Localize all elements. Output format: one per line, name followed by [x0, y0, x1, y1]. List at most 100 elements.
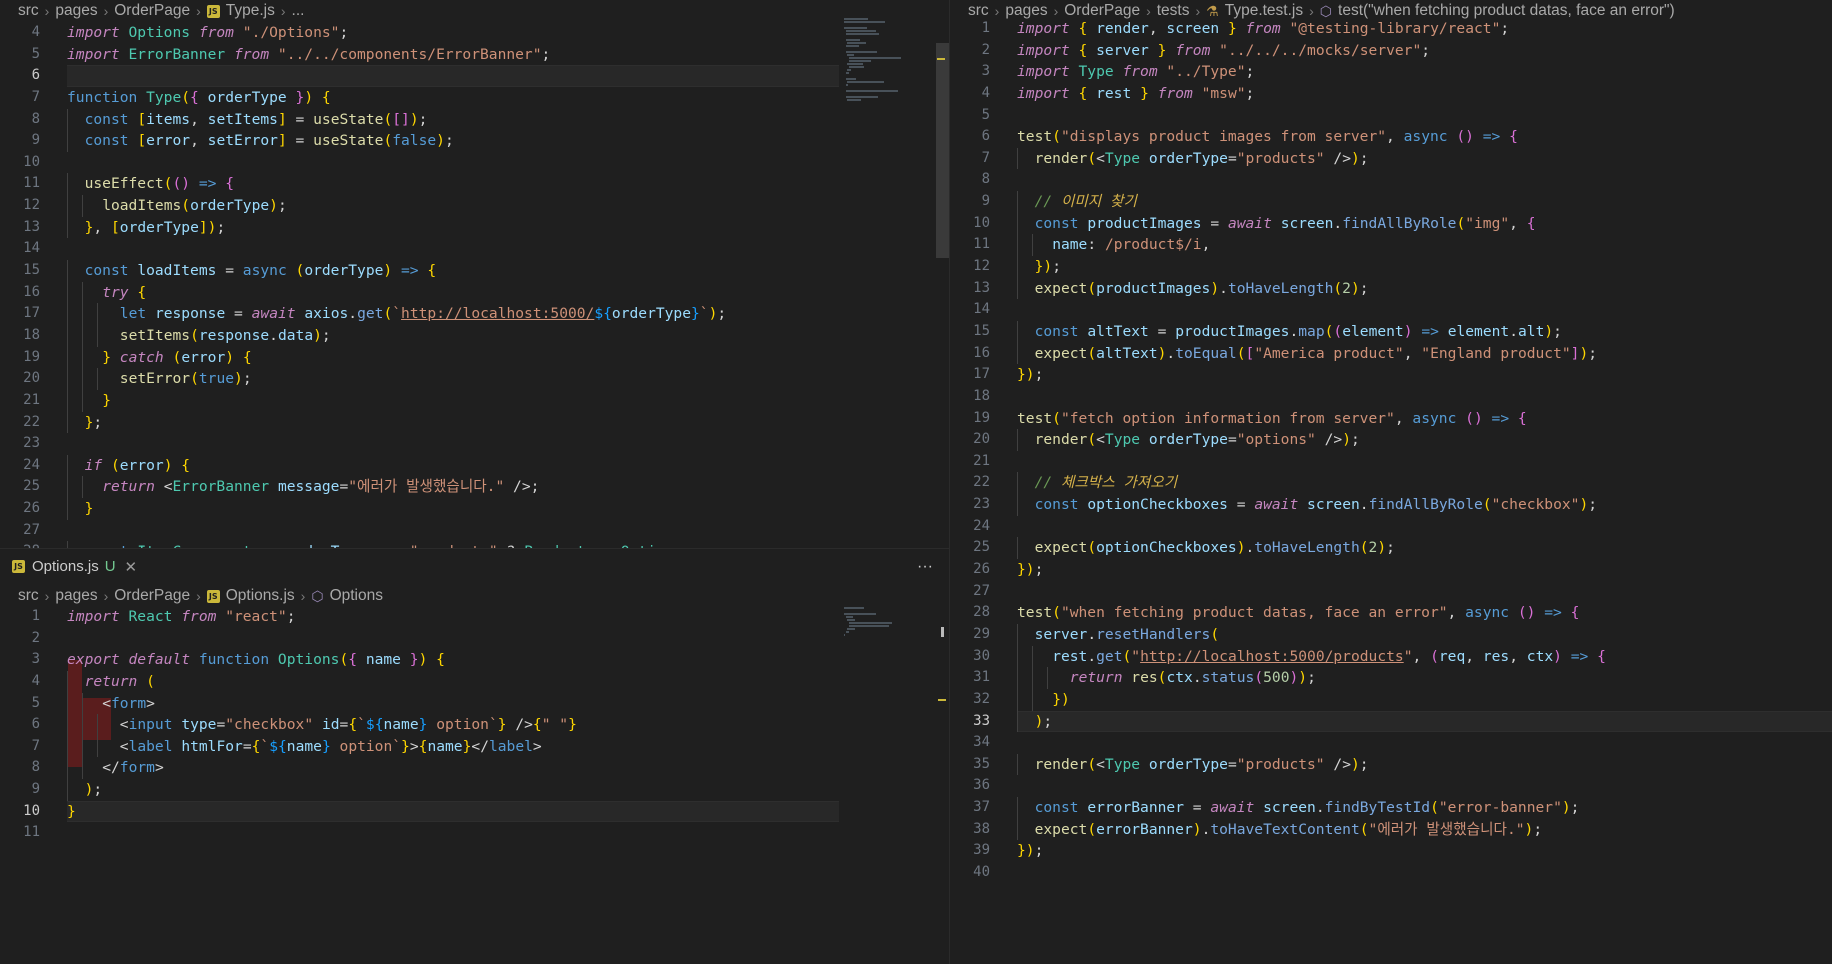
code-line[interactable]: 2	[0, 628, 949, 650]
code-line[interactable]: 23 const optionCheckboxes = await screen…	[950, 494, 1832, 516]
code-line[interactable]: 5	[950, 105, 1832, 127]
code-line[interactable]: 24	[950, 516, 1832, 538]
code-line[interactable]: 20 render(<Type orderType="options" />);	[950, 429, 1832, 451]
code-line[interactable]: 9 );	[0, 779, 949, 801]
code-line[interactable]: 4 import { rest } from "msw";	[950, 83, 1832, 105]
code-line[interactable]: 28 const ItemComponents = orderType === …	[0, 541, 949, 548]
breadcrumb-item[interactable]: OrderPage	[114, 2, 190, 20]
minimap[interactable]	[844, 18, 904, 102]
code-line[interactable]: 21 }	[0, 389, 949, 412]
code-line[interactable]: 19 test("fetch option information from se…	[950, 408, 1832, 430]
code-line[interactable]: 32 })	[950, 688, 1832, 711]
code-line[interactable]: 9 const [error, setError] = useState(fal…	[0, 130, 949, 152]
code-line[interactable]: 13 expect(productImages).toHaveLength(2)…	[950, 277, 1832, 300]
code-line[interactable]: 4 return (	[0, 670, 949, 693]
code-line[interactable]: 8 </form>	[0, 757, 949, 780]
code-line[interactable]: 39});	[950, 840, 1832, 862]
breadcrumb-item[interactable]: src	[18, 587, 39, 605]
editor-type-test-js[interactable]: src › pages › OrderPage › tests › ⚗ Type.test…	[950, 0, 1832, 964]
code-line[interactable]: 7 <label htmlFor={`${name} option`}>{nam…	[0, 735, 949, 758]
code-line[interactable]: 37 const errorBanner = await screen.find…	[950, 797, 1832, 819]
code-line[interactable]: 30 rest.get("http://localhost:5000/produ…	[950, 645, 1832, 668]
code-line[interactable]: 16 try {	[0, 281, 949, 304]
code-line[interactable]: 17});	[950, 364, 1832, 386]
code-editor[interactable]: 1 import { render, screen } from "@testin…	[950, 18, 1832, 884]
editor-type-js[interactable]: src › pages › OrderPage › JS Type.js › ... 4 i…	[0, 0, 949, 548]
code-line[interactable]: 25 expect(optionCheckboxes).toHaveLength…	[950, 537, 1832, 560]
code-line[interactable]: 10	[0, 152, 949, 174]
code-line[interactable]: 15 const loadItems = async (orderType) =…	[0, 260, 949, 282]
code-line[interactable]: 31 return res(ctx.status(500));	[950, 667, 1832, 689]
code-line[interactable]: 34	[950, 732, 1832, 754]
code-line[interactable]: 20 setError(true);	[0, 368, 949, 390]
editor-options-js[interactable]: JS Options.js U ✕ ··· src › pages › OrderP…	[0, 549, 949, 964]
code-line[interactable]: 17 let response = await axios.get(`http:…	[0, 303, 949, 325]
code-line[interactable]: 6 test("displays product images from serv…	[950, 126, 1832, 148]
code-line[interactable]: 4 import Options from "./Options";	[0, 22, 949, 44]
code-line[interactable]: 36	[950, 775, 1832, 797]
code-line[interactable]: 40	[950, 862, 1832, 884]
code-line[interactable]: 11 useEffect(() => {	[0, 173, 949, 196]
code-line[interactable]: 8 const [items, setItems] = useState([])…	[0, 108, 949, 131]
code-line[interactable]: 6 <input type="checkbox" id={`${name} op…	[0, 714, 949, 736]
line-number: 25	[23, 478, 40, 495]
code-line[interactable]: 38 expect(errorBanner).toHaveTextContent…	[950, 818, 1832, 841]
code-line[interactable]: 7 function Type({ orderType }) {	[0, 87, 949, 109]
code-editor[interactable]: 4 import Options from "./Options"; 5 import…	[0, 22, 949, 548]
code-line[interactable]: 14	[950, 299, 1832, 321]
breadcrumb-item[interactable]: Type.js	[226, 2, 275, 20]
code-line[interactable]: 19 } catch (error) {	[0, 346, 949, 369]
code-line[interactable]: 21	[950, 451, 1832, 473]
code-line[interactable]: 3 export default function Options({ name …	[0, 649, 949, 671]
code-line[interactable]: 26 }	[0, 498, 949, 520]
code-line[interactable]: 2 import { server } from "../../../mocks/…	[950, 40, 1832, 62]
code-line[interactable]: 1 import React from "react";	[0, 606, 949, 628]
code-line[interactable]: 25 return <ErrorBanner message="에러가 발생했습…	[0, 476, 949, 499]
code-line[interactable]: 10}	[0, 800, 949, 823]
code-line[interactable]: 16 expect(altText).toEqual(["America pro…	[950, 342, 1832, 365]
code-editor[interactable]: 1 import React from "react"; 2 3 export defa…	[0, 606, 949, 844]
code-line[interactable]: 12 });	[950, 256, 1832, 278]
minimap[interactable]	[844, 607, 904, 640]
code-line[interactable]: 5 import ErrorBanner from "../../componen…	[0, 44, 949, 66]
breadcrumb-item[interactable]: Options	[330, 587, 383, 605]
code-line[interactable]: 3 import Type from "../Type";	[950, 61, 1832, 83]
code-line[interactable]: 9 // 이미지 찾기	[950, 191, 1832, 213]
breadcrumb-item[interactable]: pages	[55, 2, 97, 20]
code-line[interactable]: 28 test("when fetching product datas, fac…	[950, 602, 1832, 624]
code-line[interactable]: 33 );	[950, 710, 1832, 733]
code-line[interactable]: 12 loadItems(orderType);	[0, 195, 949, 217]
code-line[interactable]: 22 };	[0, 411, 949, 434]
breadcrumb-item[interactable]: src	[18, 2, 39, 20]
code-line[interactable]: 5 <form>	[0, 692, 949, 715]
code-line[interactable]: 15 const altText = productImages.map((el…	[950, 320, 1832, 343]
code-line[interactable]: 7 render(<Type orderType="products" />);	[950, 147, 1832, 170]
code-line[interactable]: 18	[950, 386, 1832, 408]
code-line[interactable]: 26});	[950, 559, 1832, 581]
code-line[interactable]: 13 }, [orderType]);	[0, 216, 949, 239]
breadcrumb-item[interactable]: ...	[292, 2, 305, 20]
breadcrumb-item[interactable]: Options.js	[226, 587, 295, 605]
code-line[interactable]: 27	[0, 520, 949, 542]
code-line[interactable]: 1 import { render, screen } from "@testin…	[950, 18, 1832, 40]
close-icon[interactable]: ✕	[125, 558, 138, 576]
breadcrumb-item[interactable]: OrderPage	[114, 587, 190, 605]
code-line[interactable]: 14	[0, 238, 949, 260]
tab-options-js[interactable]: JS Options.js U ✕	[0, 549, 137, 584]
code-line[interactable]: 11	[0, 822, 949, 844]
code-line[interactable]: 18 setItems(response.data);	[0, 324, 949, 347]
code-line[interactable]: 11 name: /product$/i,	[950, 234, 1832, 257]
code-line[interactable]: 27	[950, 581, 1832, 603]
code-line[interactable]: 10 const productImages = await screen.fi…	[950, 212, 1832, 235]
code-line[interactable]: 35 render(<Type orderType="products" />)…	[950, 753, 1832, 776]
vertical-scrollbar[interactable]	[941, 627, 944, 637]
code-line[interactable]: 23	[0, 433, 949, 455]
breadcrumb-item[interactable]: pages	[55, 587, 97, 605]
code-line[interactable]: 24 if (error) {	[0, 454, 949, 477]
more-actions-icon[interactable]: ···	[917, 558, 933, 576]
code-line[interactable]: 29 server.resetHandlers(	[950, 623, 1832, 646]
code-line[interactable]: 22 // 체크박스 가져오기	[950, 472, 1832, 495]
vertical-scrollbar[interactable]	[936, 43, 949, 258]
code-line[interactable]: 8	[950, 169, 1832, 191]
code-line[interactable]: 6	[0, 65, 949, 87]
